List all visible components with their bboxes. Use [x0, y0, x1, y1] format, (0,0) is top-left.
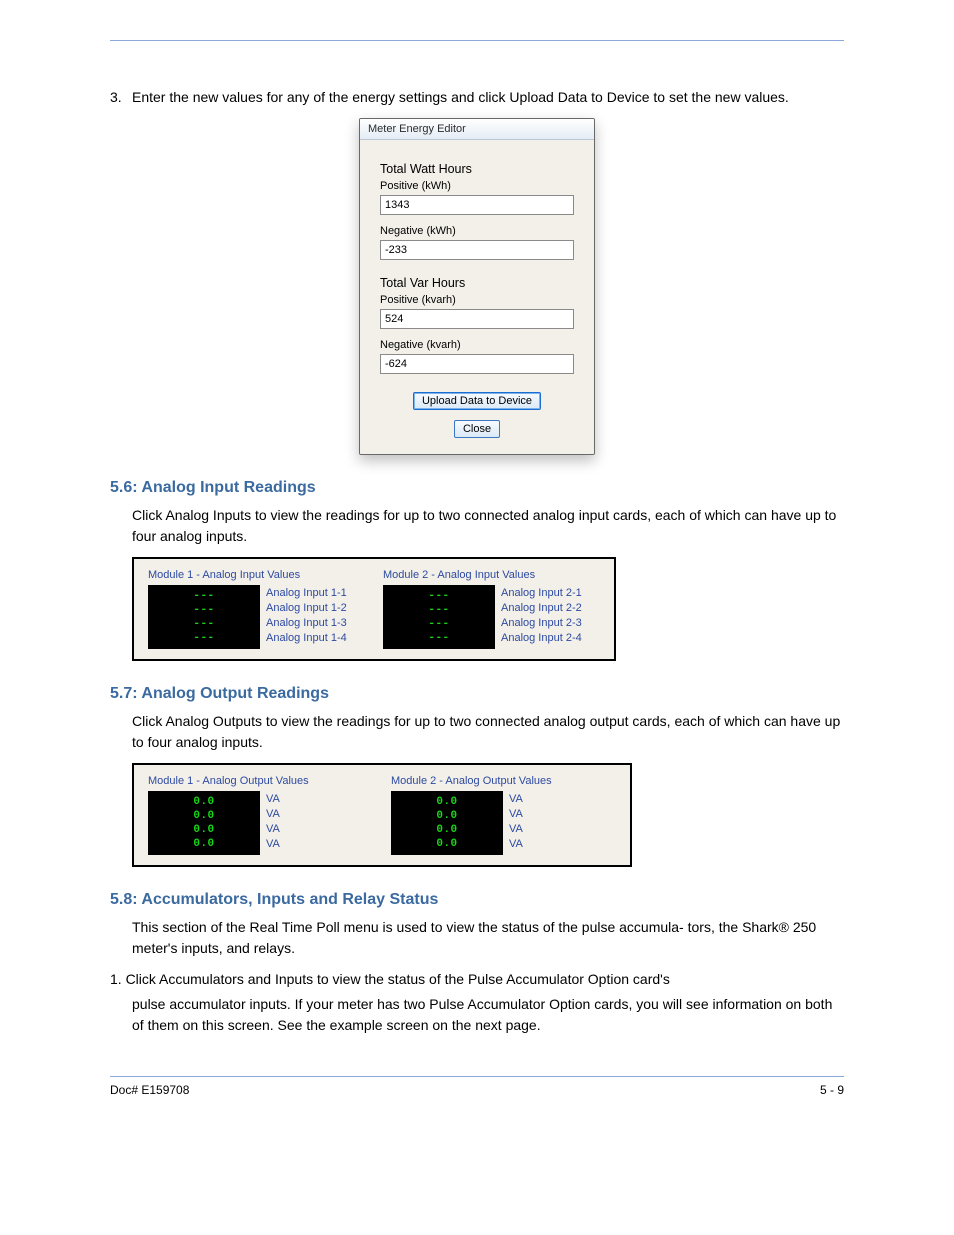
section-5-7-text: Click Analog Outputs to view the reading…: [132, 711, 844, 753]
inputs-col2-title: Module 2 - Analog Input Values: [383, 569, 600, 581]
step-line2: the new values.: [692, 89, 789, 105]
watt-hours-heading: Total Watt Hours: [380, 162, 574, 176]
output-unit: VA: [509, 821, 523, 836]
footer-page-no: 5 - 9: [820, 1083, 844, 1097]
outputs-lcd-2: 0.0 0.0 0.0 0.0: [391, 791, 503, 855]
analog-outputs-panel: Module 1 - Analog Output Values 0.0 0.0 …: [132, 763, 632, 867]
input-label: Analog Input 1-3: [266, 615, 347, 630]
watt-neg-label: Negative (kWh): [380, 225, 574, 237]
outputs-lcd-1: 0.0 0.0 0.0 0.0: [148, 791, 260, 855]
watt-neg-input[interactable]: [380, 240, 574, 260]
input-label: Analog Input 2-4: [501, 630, 582, 645]
outputs-col1-title: Module 1 - Analog Output Values: [148, 775, 373, 787]
section-5-7-heading: 5.7: Analog Output Readings: [110, 685, 844, 703]
upload-button[interactable]: Upload Data to Device: [413, 392, 541, 410]
output-unit: VA: [509, 791, 523, 806]
section-5-8-step1-cont: pulse accumulator inputs. If your meter …: [132, 994, 844, 1036]
page-footer: Doc# E159708 5 - 9: [110, 1083, 844, 1097]
dialog-title: Meter Energy Editor: [360, 119, 594, 140]
input-label: Analog Input 1-2: [266, 600, 347, 615]
watt-pos-label: Positive (kWh): [380, 180, 574, 192]
inputs-col1-title: Module 1 - Analog Input Values: [148, 569, 365, 581]
var-neg-label: Negative (kvarh): [380, 339, 574, 351]
watt-pos-input[interactable]: [380, 195, 574, 215]
section-5-6-heading: 5.6: Analog Input Readings: [110, 479, 844, 497]
section-5-8-heading: 5.8: Accumulators, Inputs and Relay Stat…: [110, 891, 844, 909]
inputs-lcd-2: --- --- --- ---: [383, 585, 495, 649]
var-pos-label: Positive (kvarh): [380, 294, 574, 306]
var-neg-input[interactable]: [380, 354, 574, 374]
output-unit: VA: [509, 836, 523, 851]
footer-rule: [110, 1076, 844, 1077]
output-unit: VA: [266, 836, 280, 851]
output-unit: VA: [509, 806, 523, 821]
analog-inputs-panel: Module 1 - Analog Input Values --- --- -…: [132, 557, 616, 661]
var-pos-input[interactable]: [380, 309, 574, 329]
input-label: Analog Input 1-1: [266, 585, 347, 600]
output-unit: VA: [266, 806, 280, 821]
meter-energy-editor-dialog: Meter Energy Editor Total Watt Hours Pos…: [359, 118, 595, 455]
section-5-8-step1: 1. Click Accumulators and Inputs to view…: [110, 969, 844, 990]
input-label: Analog Input 2-1: [501, 585, 582, 600]
step-line1: Enter the new values for any of the ener…: [132, 89, 688, 105]
var-hours-heading: Total Var Hours: [380, 276, 574, 290]
outputs-col2-title: Module 2 - Analog Output Values: [391, 775, 616, 787]
input-label: Analog Input 1-4: [266, 630, 347, 645]
section-5-6-text: Click Analog Inputs to view the readings…: [132, 505, 844, 547]
inputs-lcd-1: --- --- --- ---: [148, 585, 260, 649]
close-button[interactable]: Close: [454, 420, 500, 438]
output-unit: VA: [266, 821, 280, 836]
step-text: 3. Enter the new values for any of the e…: [110, 87, 844, 108]
input-label: Analog Input 2-2: [501, 600, 582, 615]
output-unit: VA: [266, 791, 280, 806]
section-5-8-lead: This section of the Real Time Poll menu …: [132, 917, 844, 959]
footer-doc-id: Doc# E159708: [110, 1083, 189, 1097]
input-label: Analog Input 2-3: [501, 615, 582, 630]
